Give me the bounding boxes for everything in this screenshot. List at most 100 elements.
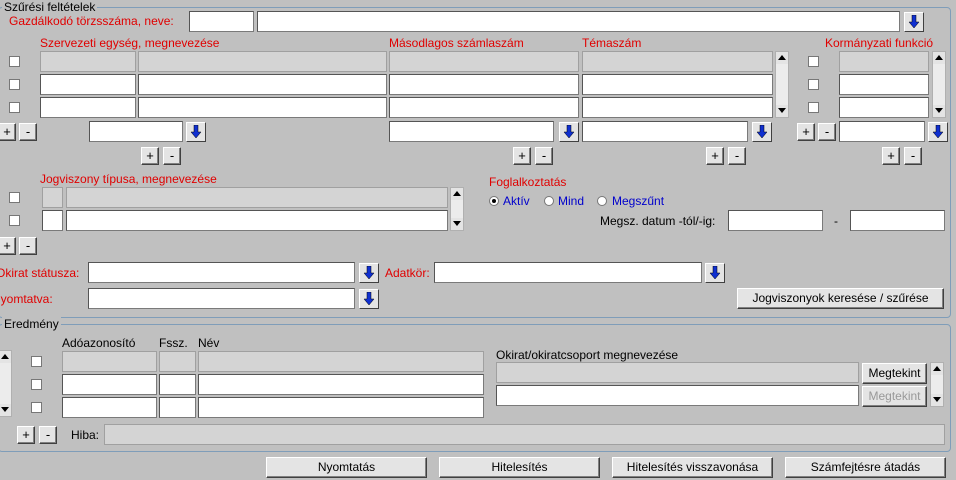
radio-terminated[interactable] — [597, 196, 607, 206]
org-code-cell[interactable] — [40, 74, 136, 95]
gov-row-checkbox[interactable] — [808, 102, 819, 113]
radio-terminated-label[interactable]: Megszűnt — [612, 194, 664, 208]
org-filter-add-button[interactable]: + — [141, 147, 159, 165]
org-row-checkbox[interactable] — [9, 79, 20, 90]
employer-name-input[interactable] — [257, 11, 900, 32]
legal-grid-scrollbar[interactable] — [450, 187, 464, 231]
secondary-account-cell — [389, 51, 579, 72]
scroll-down-icon — [935, 108, 943, 113]
payroll-transfer-button[interactable]: Számfejtésre átadás — [785, 457, 946, 478]
org-row-checkbox[interactable] — [9, 102, 20, 113]
data-scope-input[interactable] — [434, 262, 702, 283]
legal-row-checkbox[interactable] — [9, 215, 20, 226]
arrow-down-icon — [363, 266, 375, 280]
gov-function-cell[interactable] — [839, 74, 929, 95]
org-code-cell[interactable] — [40, 97, 136, 118]
org-filter-input[interactable] — [89, 121, 183, 142]
termination-date-label: Megsz. datum -tól/-ig: — [600, 214, 716, 228]
authenticate-button[interactable]: Hitelesítés — [439, 457, 600, 478]
radio-active-label[interactable]: Aktív — [503, 194, 530, 208]
employer-id-input[interactable] — [189, 11, 254, 32]
result-row-checkbox[interactable] — [31, 356, 42, 367]
gov-row-checkbox[interactable] — [808, 56, 819, 67]
gov-add-button[interactable]: + — [797, 123, 815, 141]
document-status-dropdown[interactable] — [359, 263, 379, 283]
arrow-down-icon — [190, 125, 202, 139]
view-button[interactable]: Megtekint — [862, 363, 927, 384]
secondary-account-cell[interactable] — [389, 97, 579, 118]
result-remove-button[interactable]: - — [39, 426, 57, 444]
topic-number-cell[interactable] — [582, 74, 773, 95]
printed-input[interactable] — [88, 288, 355, 309]
termination-date-to[interactable] — [850, 210, 945, 231]
termination-date-from[interactable] — [728, 210, 823, 231]
org-filter-remove-button[interactable]: - — [163, 147, 181, 165]
document-group-cell — [496, 362, 859, 383]
gov-function-dropdown[interactable] — [928, 122, 948, 142]
scroll-up-icon — [778, 55, 786, 60]
fssz-cell[interactable] — [159, 374, 196, 395]
account-filter-add-button[interactable]: + — [513, 147, 531, 165]
result-add-button[interactable]: + — [17, 426, 35, 444]
document-status-input[interactable] — [88, 262, 355, 283]
topic-number-cell[interactable] — [582, 97, 773, 118]
gov-filter-remove-button[interactable]: - — [904, 147, 922, 165]
filter-legend: Szűrési feltételek — [2, 0, 98, 14]
gov-remove-button[interactable]: - — [818, 123, 836, 141]
arrow-down-icon — [709, 266, 721, 280]
scroll-down-icon — [933, 397, 941, 402]
legal-add-button[interactable]: + — [0, 237, 16, 255]
gov-function-cell[interactable] — [839, 97, 929, 118]
radio-active[interactable] — [489, 196, 499, 206]
legal-row-checkbox[interactable] — [9, 192, 20, 203]
result-row-checkbox[interactable] — [31, 379, 42, 390]
secondary-account-cell[interactable] — [389, 74, 579, 95]
legal-relation-header: Jogviszony típusa, megnevezése — [40, 172, 217, 186]
secondary-account-dropdown[interactable] — [559, 122, 579, 142]
topic-number-dropdown[interactable] — [752, 122, 772, 142]
org-name-cell[interactable] — [138, 97, 387, 118]
fssz-cell[interactable] — [159, 397, 196, 418]
scroll-down-icon — [778, 108, 786, 113]
org-unit-header: Szervezeti egység, megnevezése — [40, 36, 220, 50]
name-cell — [198, 351, 484, 372]
gov-filter-add-button[interactable]: + — [882, 147, 900, 165]
data-scope-dropdown[interactable] — [705, 263, 725, 283]
org-row-checkbox[interactable] — [9, 56, 20, 67]
radio-all-label[interactable]: Mind — [558, 194, 584, 208]
org-grid-scrollbar[interactable] — [775, 51, 789, 118]
name-cell[interactable] — [198, 374, 484, 395]
print-button[interactable]: Nyomtatás — [266, 457, 427, 478]
gov-function-filter-input[interactable] — [839, 121, 925, 142]
org-add-button[interactable]: + — [0, 123, 16, 141]
result-grid-scrollbar[interactable] — [0, 350, 12, 417]
gov-row-checkbox[interactable] — [808, 79, 819, 90]
legal-remove-button[interactable]: - — [19, 237, 37, 255]
employer-dropdown-button[interactable] — [904, 12, 924, 32]
search-filter-button[interactable]: Jogviszonyok keresése / szűrése — [737, 288, 944, 309]
topic-filter-remove-button[interactable]: - — [728, 147, 746, 165]
account-filter-remove-button[interactable]: - — [535, 147, 553, 165]
radio-all[interactable] — [544, 196, 554, 206]
name-cell[interactable] — [198, 397, 484, 418]
org-remove-button[interactable]: - — [19, 123, 37, 141]
document-grid-scrollbar[interactable] — [930, 362, 944, 407]
result-row-checkbox[interactable] — [31, 402, 42, 413]
document-group-cell[interactable] — [496, 385, 859, 406]
tax-id-cell[interactable] — [62, 374, 157, 395]
org-filter-dropdown[interactable] — [186, 122, 206, 142]
view-button-disabled: Megtekint — [862, 386, 927, 407]
tax-id-cell[interactable] — [62, 397, 157, 418]
secondary-account-filter-input[interactable] — [389, 121, 554, 142]
gov-grid-scrollbar[interactable] — [932, 51, 946, 118]
topic-number-filter-input[interactable] — [582, 121, 748, 142]
printed-dropdown[interactable] — [359, 289, 379, 309]
org-name-cell[interactable] — [138, 74, 387, 95]
legal-name-cell — [66, 187, 448, 208]
topic-number-header: Témaszám — [582, 36, 642, 50]
legal-code-cell[interactable] — [42, 210, 63, 231]
topic-number-cell — [582, 51, 773, 72]
topic-filter-add-button[interactable]: + — [706, 147, 724, 165]
legal-name-cell[interactable] — [66, 210, 448, 231]
revoke-authentication-button[interactable]: Hitelesítés visszavonása — [612, 457, 773, 478]
